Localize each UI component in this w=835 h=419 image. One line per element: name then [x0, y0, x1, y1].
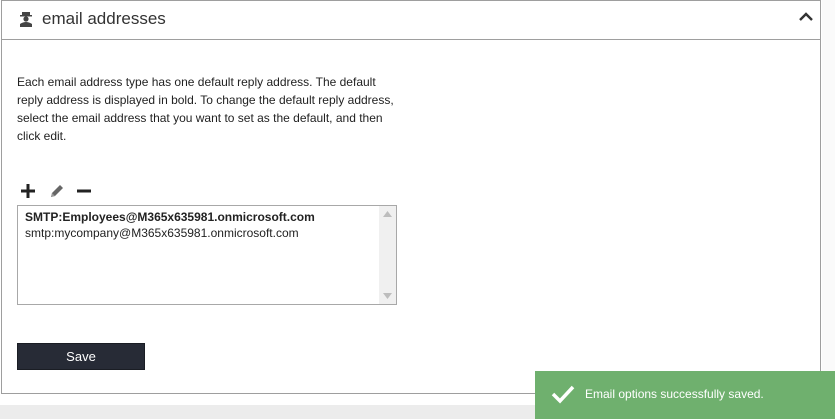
user-agent-icon: [20, 12, 32, 27]
panel-header[interactable]: email addresses: [2, 1, 820, 40]
checkmark-icon: [551, 385, 575, 404]
pencil-icon[interactable]: [48, 182, 66, 200]
list-item[interactable]: smtp:mycompany@M365x635981.onmicrosoft.c…: [25, 225, 299, 241]
email-addresses-panel: email addresses Each email address type …: [1, 0, 821, 394]
plus-icon[interactable]: [19, 182, 37, 200]
description-text: Each email address type has one default …: [17, 75, 394, 143]
list-item-default[interactable]: SMTP:Employees@M365x635981.onmicrosoft.c…: [25, 209, 315, 225]
page-edge: [822, 0, 835, 419]
chevron-up-icon[interactable]: [799, 12, 813, 22]
success-toast: Email options successfully saved.: [535, 371, 835, 419]
toast-message: Email options successfully saved.: [585, 387, 764, 401]
scroll-down-icon[interactable]: [383, 293, 392, 299]
panel-title: email addresses: [42, 9, 166, 28]
minus-icon[interactable]: [75, 182, 93, 200]
list-scrollbar[interactable]: [379, 206, 396, 304]
scroll-up-icon[interactable]: [383, 211, 392, 217]
email-address-list[interactable]: SMTP:Employees@M365x635981.onmicrosoft.c…: [17, 205, 397, 305]
save-button[interactable]: Save: [17, 343, 145, 370]
